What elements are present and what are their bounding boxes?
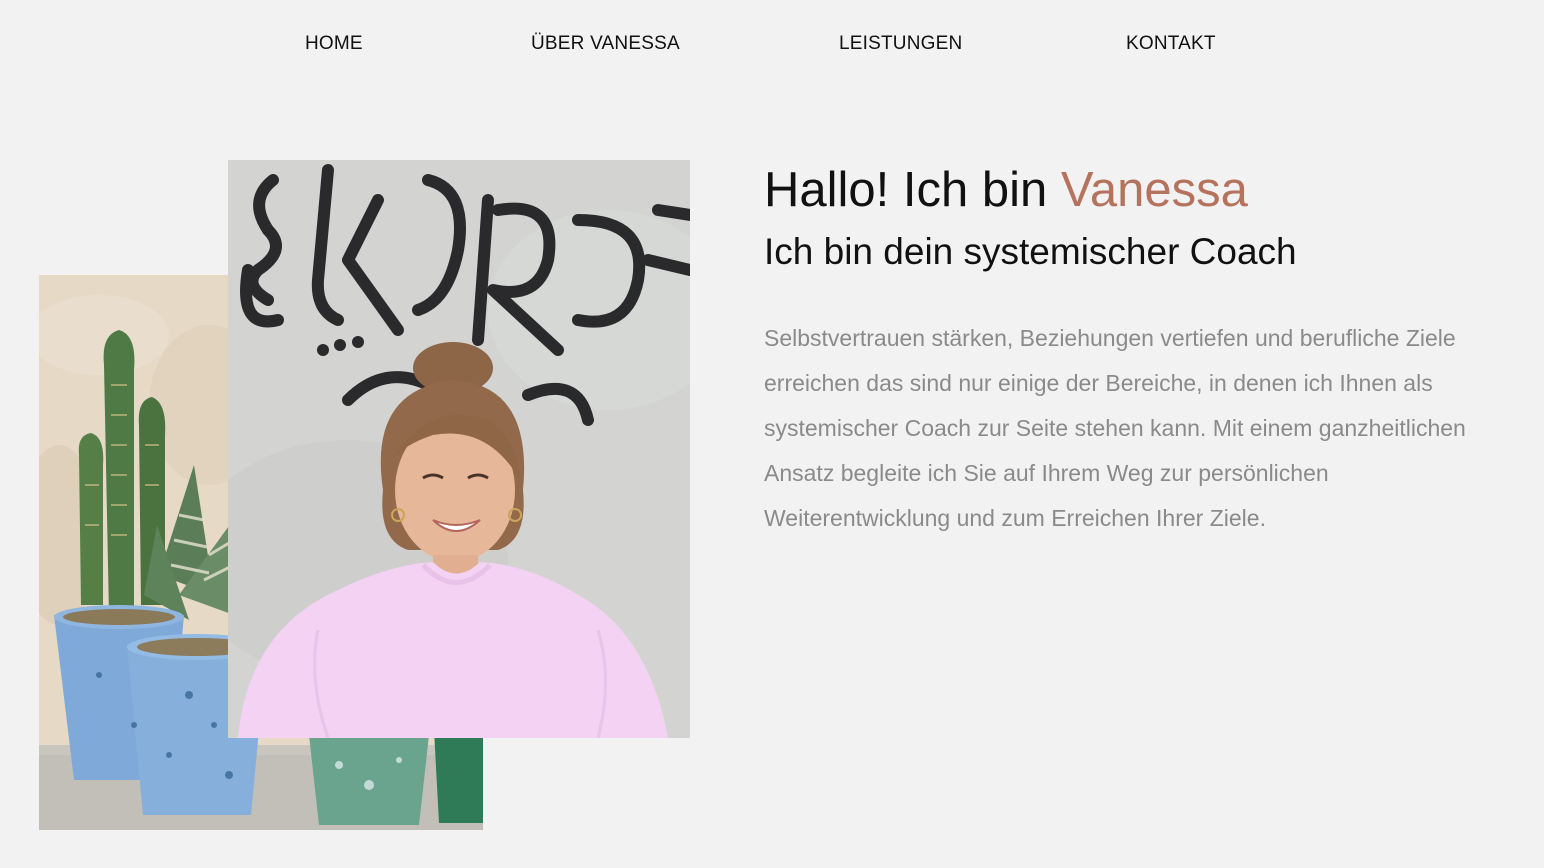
page-title: Hallo! Ich bin Vanessa xyxy=(764,160,1524,220)
nav-link-contact[interactable]: KONTAKT xyxy=(1126,33,1216,55)
nav-link-about[interactable]: ÜBER VANESSA xyxy=(531,33,680,55)
nav-link-services[interactable]: LEISTUNGEN xyxy=(839,33,962,55)
intro-paragraph: Selbstvertrauen stärken, Beziehungen ver… xyxy=(764,325,1466,531)
headline-prefix: Hallo! Ich bin xyxy=(764,163,1061,217)
page-subtitle: Ich bin dein systemischer Coach xyxy=(764,231,1297,272)
portrait-image xyxy=(228,160,690,738)
intro-section: Hallo! Ich bin Vanessa Ich bin dein syst… xyxy=(764,160,1524,541)
headline-name: Vanessa xyxy=(1060,163,1248,217)
nav-link-home[interactable]: HOME xyxy=(305,33,363,55)
main-navigation: HOME ÜBER VANESSA LEISTUNGEN KONTAKT xyxy=(0,0,1544,90)
